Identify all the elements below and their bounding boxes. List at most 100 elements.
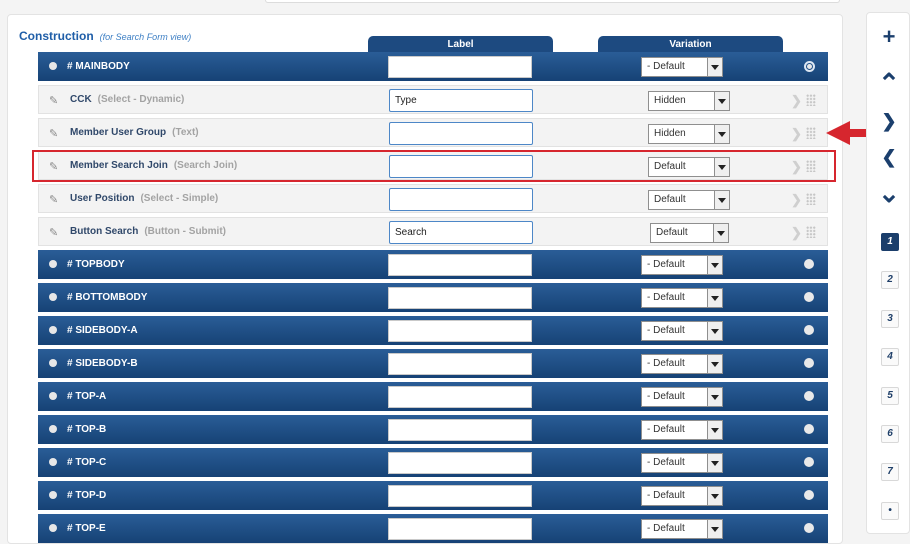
move-right-icon[interactable]: ❯ bbox=[791, 126, 802, 142]
dropdown-arrow-icon bbox=[714, 125, 729, 143]
position-row[interactable]: # TOPBODY - Default bbox=[38, 250, 828, 279]
variation-select[interactable]: Hidden bbox=[648, 91, 730, 111]
radio-icon[interactable] bbox=[804, 457, 814, 467]
label-input[interactable] bbox=[388, 485, 532, 507]
sidebar-page-button[interactable]: 7 bbox=[881, 463, 899, 482]
variation-select[interactable]: - Default bbox=[641, 57, 723, 77]
variation-select[interactable]: - Default bbox=[641, 321, 723, 341]
variation-select[interactable]: - Default bbox=[641, 387, 723, 407]
sidebar-page-button[interactable]: 4 bbox=[881, 348, 899, 367]
radio-icon[interactable] bbox=[804, 424, 814, 434]
label-input[interactable]: Type bbox=[389, 89, 533, 112]
radio-icon[interactable] bbox=[804, 259, 814, 269]
pencil-icon[interactable]: ✎ bbox=[49, 94, 58, 107]
move-right-icon[interactable]: ❯ bbox=[791, 192, 802, 208]
radio-icon[interactable] bbox=[804, 490, 814, 500]
pencil-icon[interactable]: ✎ bbox=[49, 193, 58, 206]
drag-handle-icon[interactable] bbox=[806, 127, 816, 139]
top-strip bbox=[0, 0, 910, 4]
position-row[interactable]: # SIDEBODY-A - Default bbox=[38, 316, 828, 345]
sidebar-page-button[interactable]: • bbox=[881, 501, 899, 520]
radio-icon[interactable] bbox=[804, 325, 814, 335]
label-input[interactable] bbox=[388, 518, 532, 540]
row-name-text: # SIDEBODY-A bbox=[67, 325, 138, 336]
field-row[interactable]: ✎ Button Search (Button - Submit) Search Def… bbox=[38, 217, 828, 246]
variation-select[interactable]: - Default bbox=[641, 453, 723, 473]
sidebar-page-button[interactable]: 3 bbox=[881, 309, 899, 328]
variation-select[interactable]: Hidden bbox=[648, 124, 730, 144]
label-input[interactable] bbox=[388, 353, 532, 375]
move-right-icon[interactable]: ❯ bbox=[791, 225, 802, 241]
top-strip-edge bbox=[265, 0, 840, 3]
label-input[interactable] bbox=[389, 188, 533, 211]
variation-select[interactable]: Default bbox=[648, 190, 730, 210]
bullet-icon bbox=[49, 260, 57, 268]
row-name: # TOP-C bbox=[67, 457, 106, 468]
row-name-text: # TOP-A bbox=[67, 391, 107, 402]
dropdown-arrow-icon bbox=[707, 322, 722, 340]
field-row[interactable]: ✎ Member User Group (Text) Hidden ❯ bbox=[38, 118, 828, 147]
radio-icon[interactable] bbox=[804, 523, 814, 533]
variation-select[interactable]: - Default bbox=[641, 486, 723, 506]
selected-radio-icon[interactable] bbox=[804, 61, 815, 72]
highlight-box bbox=[32, 150, 836, 182]
variation-select[interactable]: - Default bbox=[641, 519, 723, 539]
variation-select[interactable]: - Default bbox=[641, 255, 723, 275]
row-name-text: # TOP-D bbox=[67, 490, 107, 501]
radio-icon[interactable] bbox=[804, 391, 814, 401]
field-row[interactable]: ✎ User Position (Select - Simple) Default ❯ bbox=[38, 184, 828, 213]
row-name: # TOP-A bbox=[67, 391, 106, 402]
label-input[interactable] bbox=[388, 254, 532, 276]
row-name-text: # TOP-E bbox=[67, 523, 106, 534]
radio-icon[interactable] bbox=[804, 292, 814, 302]
variation-select[interactable]: - Default bbox=[641, 354, 723, 374]
field-row[interactable]: ✎ CCK (Select - Dynamic) Type Hidden ❯ bbox=[38, 85, 828, 114]
variation-value: Default bbox=[656, 227, 688, 238]
variation-select[interactable]: - Default bbox=[641, 420, 723, 440]
drag-handle-icon[interactable] bbox=[806, 193, 816, 205]
label-input[interactable] bbox=[388, 452, 532, 474]
label-input[interactable] bbox=[388, 320, 532, 342]
chevron-left-icon[interactable]: ❮ bbox=[876, 144, 902, 170]
sidebar-page-button[interactable]: 6 bbox=[881, 425, 899, 443]
pencil-icon[interactable]: ✎ bbox=[49, 226, 58, 239]
chevron-up-icon[interactable]: ⌃ bbox=[876, 70, 902, 96]
sidebar-page-button[interactable]: 1 bbox=[881, 233, 899, 251]
label-input[interactable] bbox=[388, 56, 532, 78]
position-row[interactable]: # BOTTOMBODY - Default bbox=[38, 283, 828, 312]
plus-icon[interactable]: + bbox=[876, 24, 902, 50]
label-input[interactable] bbox=[388, 386, 532, 408]
radio-icon[interactable] bbox=[804, 358, 814, 368]
position-row[interactable]: # TOP-B - Default bbox=[38, 415, 828, 444]
bullet-icon bbox=[49, 359, 57, 367]
bullet-icon bbox=[49, 458, 57, 466]
position-row[interactable]: # TOP-E - Default bbox=[38, 514, 828, 543]
variation-value: - Default bbox=[647, 259, 685, 270]
sidebar-page-button[interactable]: 2 bbox=[881, 271, 899, 290]
label-input[interactable] bbox=[388, 419, 532, 441]
variation-select[interactable]: Default bbox=[650, 223, 729, 243]
pencil-icon[interactable]: ✎ bbox=[49, 127, 58, 140]
chevron-down-icon[interactable]: ⌄ bbox=[876, 180, 902, 206]
label-input[interactable]: Search bbox=[389, 221, 533, 244]
row-name: CCK (Select - Dynamic) bbox=[70, 94, 184, 105]
position-row[interactable]: # MAINBODY - Default bbox=[38, 52, 828, 81]
position-row[interactable]: # TOP-A - Default bbox=[38, 382, 828, 411]
row-name: # TOP-D bbox=[67, 490, 106, 501]
construction-title-text: Construction bbox=[19, 29, 94, 43]
drag-handle-icon[interactable] bbox=[806, 94, 816, 106]
sidebar-page-button[interactable]: 5 bbox=[881, 386, 899, 405]
position-row[interactable]: # TOP-D - Default bbox=[38, 481, 828, 510]
row-name: # MAINBODY bbox=[67, 61, 130, 72]
bullet-icon bbox=[49, 326, 57, 334]
variation-select[interactable]: - Default bbox=[641, 288, 723, 308]
position-row[interactable]: # TOP-C - Default bbox=[38, 448, 828, 477]
drag-handle-icon[interactable] bbox=[806, 226, 816, 238]
row-name: Button Search (Button - Submit) bbox=[70, 226, 226, 237]
move-right-icon[interactable]: ❯ bbox=[791, 93, 802, 109]
position-row[interactable]: # SIDEBODY-B - Default bbox=[38, 349, 828, 378]
label-input[interactable] bbox=[388, 287, 532, 309]
label-input[interactable] bbox=[389, 122, 533, 145]
chevron-right-icon[interactable]: ❯ bbox=[876, 108, 902, 134]
variation-value: - Default bbox=[647, 457, 685, 468]
